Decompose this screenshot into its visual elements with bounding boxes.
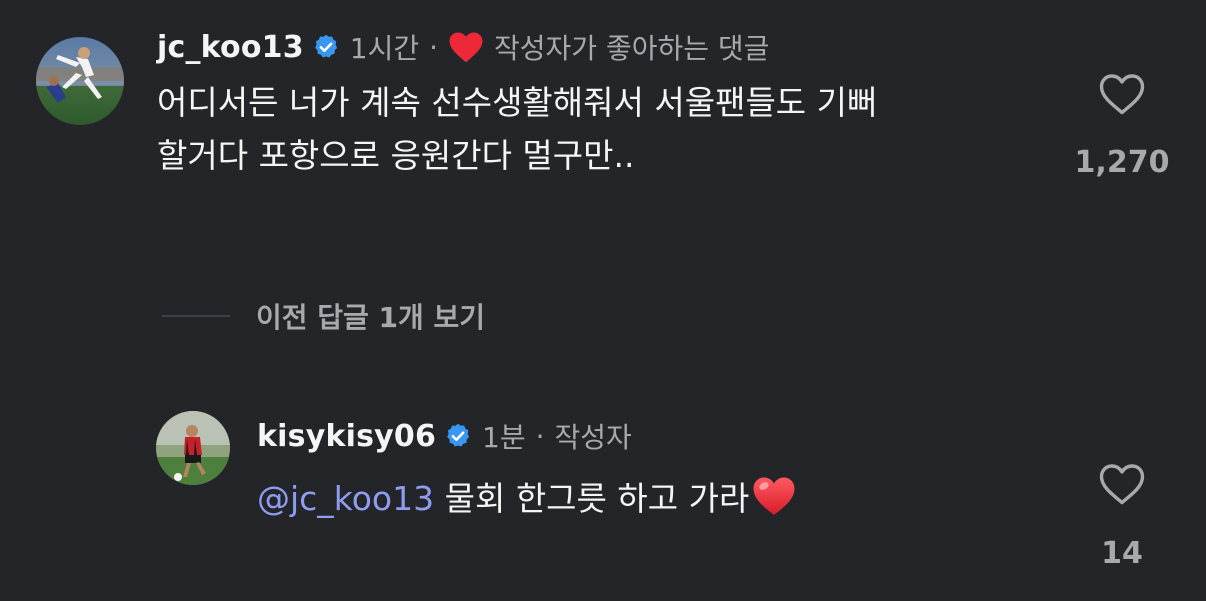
comment-like-button[interactable]: [1098, 72, 1146, 116]
author-tag: 작성자: [554, 421, 632, 454]
view-previous-replies-label: 이전 답글 1개 보기: [256, 301, 486, 334]
verified-badge-icon: [444, 422, 472, 450]
heart-outline-icon: [1099, 464, 1145, 505]
commenter-avatar[interactable]: [36, 37, 124, 125]
replier-username[interactable]: kisykisy06: [257, 419, 436, 454]
separator-dot: ·: [535, 419, 545, 453]
heart-outline-icon: [1099, 74, 1145, 115]
view-previous-replies-button[interactable]: 이전 답글 1개 보기: [162, 296, 485, 336]
commenter-username[interactable]: jc_koo13: [157, 30, 304, 65]
red-heart-icon: [448, 30, 484, 64]
separator-dot: ·: [429, 30, 439, 64]
reply-header: kisykisy06 1분 · 작성자: [257, 416, 632, 456]
comment-header: jc_koo13 1시간 · 작성자가 좋아하는 댓글: [157, 26, 769, 68]
comment-time: 1시간: [349, 32, 420, 65]
commenter-avatar-image: [36, 37, 124, 125]
reply-message: 물회 한그릇 하고 가라: [434, 479, 750, 518]
replier-avatar-image: [156, 411, 230, 485]
red-heart-emoji-icon: [751, 474, 797, 518]
liked-by-author-label: 작성자가 좋아하는 댓글: [494, 32, 770, 65]
replies-divider-line: [162, 315, 230, 317]
reply-like-button[interactable]: [1098, 462, 1146, 506]
reply-text: @jc_koo13 물회 한그릇 하고 가라: [257, 472, 797, 525]
mention-link[interactable]: @jc_koo13: [257, 479, 434, 518]
reply-time: 1분: [482, 421, 526, 454]
reply-like-count: 14: [1101, 536, 1143, 571]
replier-avatar[interactable]: [156, 411, 230, 485]
verified-badge-icon: [312, 33, 340, 61]
comment-text: 어디서든 너가 계속 선수생활해줘서 서울팬들도 기뻐 할거다 포항으로 응원간…: [157, 83, 878, 175]
comment-like-count: 1,270: [1074, 145, 1170, 180]
